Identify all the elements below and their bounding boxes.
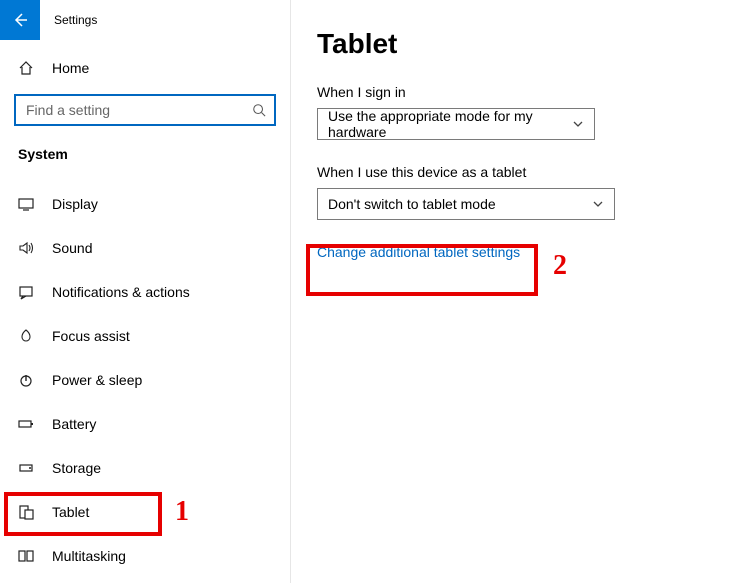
sidebar-item-multitasking[interactable]: Multitasking: [0, 534, 290, 578]
nav-home[interactable]: Home: [0, 48, 290, 88]
signin-label: When I sign in: [317, 84, 750, 100]
chevron-down-icon: [592, 198, 604, 210]
sidebar-item-label: Tablet: [52, 504, 89, 520]
sidebar-item-tablet[interactable]: Tablet: [0, 490, 290, 534]
signin-dropdown-value: Use the appropriate mode for my hardware: [328, 108, 572, 140]
display-icon: [18, 196, 34, 212]
focus-assist-icon: [18, 328, 34, 344]
sidebar-item-label: Notifications & actions: [52, 284, 190, 300]
header: Settings: [0, 0, 290, 40]
sidebar-item-sound[interactable]: Sound: [0, 226, 290, 270]
power-icon: [18, 372, 34, 388]
tablet-icon: [18, 504, 34, 520]
change-additional-settings-link[interactable]: Change additional tablet settings: [317, 244, 750, 260]
notifications-icon: [18, 284, 34, 300]
sidebar-item-label: Multitasking: [52, 548, 126, 564]
nav-home-label: Home: [52, 60, 89, 76]
multitasking-icon: [18, 548, 34, 564]
tablet-use-dropdown-value: Don't switch to tablet mode: [328, 196, 496, 212]
arrow-left-icon: [12, 12, 28, 28]
battery-icon: [18, 416, 34, 432]
nav-list: Display Sound Notifications & actions Fo…: [0, 182, 290, 578]
main-content: Tablet When I sign in Use the appropriat…: [290, 0, 750, 583]
search-icon: [252, 103, 266, 117]
sidebar-item-power-sleep[interactable]: Power & sleep: [0, 358, 290, 402]
sidebar-item-battery[interactable]: Battery: [0, 402, 290, 446]
group-label-system: System: [0, 126, 290, 174]
tablet-use-label: When I use this device as a tablet: [317, 164, 750, 180]
search-input[interactable]: [24, 101, 252, 119]
chevron-down-icon: [572, 118, 584, 130]
sidebar-item-label: Display: [52, 196, 98, 212]
sidebar-item-label: Power & sleep: [52, 372, 142, 388]
sidebar-item-focus-assist[interactable]: Focus assist: [0, 314, 290, 358]
signin-dropdown[interactable]: Use the appropriate mode for my hardware: [317, 108, 595, 140]
tablet-use-dropdown[interactable]: Don't switch to tablet mode: [317, 188, 615, 220]
storage-icon: [18, 460, 34, 476]
sidebar-item-label: Battery: [52, 416, 96, 432]
search-box[interactable]: [14, 94, 276, 126]
sidebar-item-notifications[interactable]: Notifications & actions: [0, 270, 290, 314]
sidebar-item-storage[interactable]: Storage: [0, 446, 290, 490]
sidebar-item-label: Focus assist: [52, 328, 130, 344]
sidebar: Settings Home System Display: [0, 0, 290, 583]
back-button[interactable]: [0, 0, 40, 40]
header-title: Settings: [54, 13, 97, 27]
home-icon: [18, 60, 34, 76]
sidebar-item-label: Storage: [52, 460, 101, 476]
sidebar-item-label: Sound: [52, 240, 92, 256]
sound-icon: [18, 240, 34, 256]
sidebar-item-display[interactable]: Display: [0, 182, 290, 226]
page-title: Tablet: [317, 28, 750, 60]
